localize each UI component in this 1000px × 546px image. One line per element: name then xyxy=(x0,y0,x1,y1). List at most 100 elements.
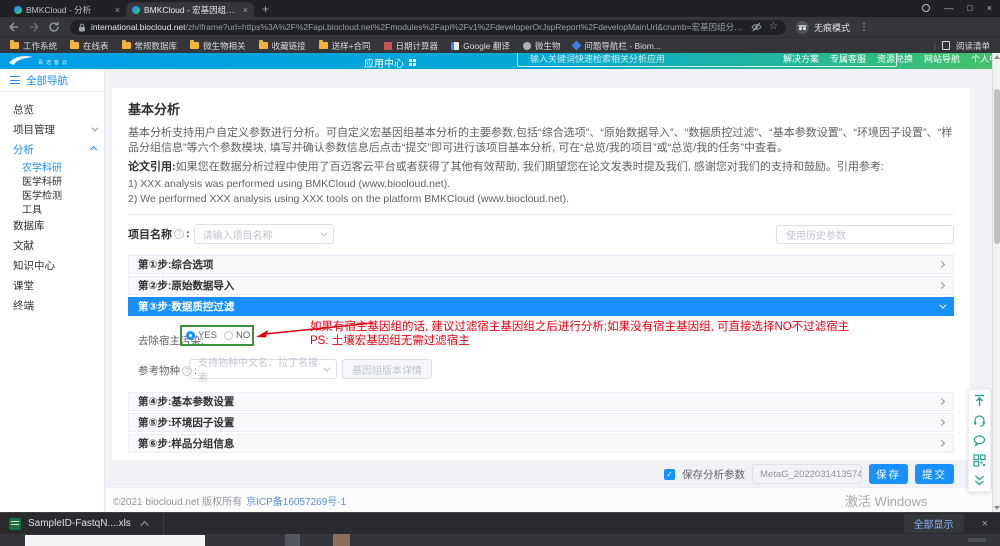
sidebar-item-database[interactable]: 数据库 xyxy=(0,215,104,235)
save-params-checkbox[interactable]: ✓ xyxy=(664,469,675,480)
bookmark-item[interactable]: 微生物相关 xyxy=(190,40,246,52)
refresh-icon[interactable] xyxy=(48,21,60,33)
nav-item[interactable]: 网站导航 xyxy=(924,53,960,65)
sidebar-item-med-research[interactable]: 医学科研 xyxy=(0,173,104,187)
hamburger-icon xyxy=(10,76,20,84)
step-5-header[interactable]: 第⑤步:环境因子设置 xyxy=(128,413,954,432)
site-search-placeholder: 输入关键词快速检索相关分析应用 xyxy=(530,53,665,65)
tab-close-icon[interactable]: × xyxy=(243,5,248,15)
back-to-top-icon[interactable] xyxy=(973,394,986,407)
bookmark-item[interactable]: 微生物 xyxy=(523,40,561,52)
icp-link[interactable]: 京ICP备16057269号-1 xyxy=(246,493,346,508)
genome-version-button[interactable]: 基因组版本详情 xyxy=(342,359,432,379)
submit-button[interactable]: 提交 xyxy=(915,464,954,484)
tab-metagenome-platform[interactable]: BMKCloud - 宏基因组分析平台 × xyxy=(126,2,254,17)
scroll-down-arrow[interactable] xyxy=(994,506,1000,510)
sidebar-item-project-mgmt[interactable]: 项目管理 xyxy=(0,119,104,139)
appcenter-nav[interactable]: 应用中心 xyxy=(364,55,416,69)
chat-icon[interactable] xyxy=(973,434,986,447)
reading-list-label: 阅读清单 xyxy=(956,40,990,52)
eye-off-icon[interactable] xyxy=(751,22,762,32)
radio-no[interactable] xyxy=(224,331,233,340)
bookmark-item[interactable]: 收藏链接 xyxy=(259,40,306,52)
project-name-row: 项目名称 ? : 请输入项目名称 使用历史参数 xyxy=(128,223,954,245)
radio-yes-label[interactable]: YES xyxy=(198,330,217,341)
chevron-right-icon xyxy=(938,261,945,268)
save-button[interactable]: 保存 xyxy=(869,464,908,484)
reading-list[interactable]: | 阅读清单 xyxy=(934,40,990,52)
bookmark-item[interactable]: Google 翻译 xyxy=(451,40,510,52)
step-2-header[interactable]: 第②步:原始数据导入 xyxy=(128,276,954,295)
nav-item[interactable]: 资源兑换 xyxy=(877,53,913,65)
folder-icon xyxy=(122,42,131,49)
nav-item[interactable]: 个人中心 xyxy=(971,53,992,65)
sidebar-item-tools[interactable]: 工具 xyxy=(0,201,104,215)
host-filter-radio-group: YES NO xyxy=(180,325,254,346)
customer-service-icon[interactable] xyxy=(973,414,986,427)
nav-item[interactable]: 解决方案 xyxy=(783,53,819,65)
chevron-down-icon xyxy=(324,364,331,371)
scrollbar-thumb[interactable] xyxy=(994,89,1000,244)
bookmark-item[interactable]: 日期计算器 xyxy=(384,40,439,52)
new-tab-button[interactable]: + xyxy=(262,2,269,17)
history-params-input[interactable]: 使用历史参数 xyxy=(776,225,954,244)
window-maximize-button[interactable]: □ xyxy=(967,3,972,13)
bookmark-item[interactable]: 送样+合同 xyxy=(319,40,371,52)
download-file-name[interactable]: SampleID-FastqN....xls xyxy=(28,518,131,529)
bookmark-label: 微生物 xyxy=(535,40,561,52)
step-1-header[interactable]: 第①步:综合选项 xyxy=(128,255,954,274)
window-close-button[interactable]: × xyxy=(987,3,992,13)
collapse-double-down-icon[interactable] xyxy=(973,474,986,487)
page-title: 基本分析 xyxy=(128,99,954,118)
bookmark-item[interactable]: 问题导航栏 - Biom... xyxy=(573,40,661,52)
tab-close-icon[interactable]: × xyxy=(115,5,120,15)
download-chevron-icon[interactable] xyxy=(140,521,148,529)
taskbar-app-icon[interactable] xyxy=(333,534,350,546)
address-bar[interactable]: international.biocloud.net /zh/iframe?ur… xyxy=(70,20,786,35)
bookmark-star-icon[interactable]: ☆ xyxy=(769,22,778,32)
sidebar-nav-all[interactable]: 全部导航 xyxy=(0,69,104,92)
taskbar-tray[interactable] xyxy=(968,538,986,542)
bookmark-item[interactable]: 在线表 xyxy=(70,40,109,52)
sidebar-item-overview[interactable]: 总览 xyxy=(0,99,104,119)
download-shelf: SampleID-FastqN....xls 全部显示 × xyxy=(0,512,1000,534)
qr-code-icon[interactable] xyxy=(973,454,986,467)
sidebar-item-literature[interactable]: 文献 xyxy=(0,235,104,255)
bookmark-label: 日期计算器 xyxy=(396,40,439,52)
radio-yes[interactable] xyxy=(186,331,195,340)
taskbar-app-icon[interactable] xyxy=(285,534,300,546)
sidebar-item-med-test[interactable]: 医学检测 xyxy=(0,187,104,201)
project-name-placeholder: 请输入项目名称 xyxy=(203,227,273,242)
help-icon[interactable]: ? xyxy=(174,229,184,239)
sidebar-item-agri-research[interactable]: 农学科研 xyxy=(0,159,104,173)
folder-icon xyxy=(319,42,328,49)
bookmark-item[interactable]: 常规数据库 xyxy=(122,40,178,52)
nav-item[interactable]: 专属客服 xyxy=(830,53,866,65)
sidebar-item-classroom[interactable]: 课堂 xyxy=(0,275,104,295)
forward-icon[interactable] xyxy=(28,21,40,33)
bookmark-item[interactable]: 工作系统 xyxy=(10,40,57,52)
show-all-downloads-button[interactable]: 全部显示 xyxy=(904,514,964,533)
sidebar-item-analysis[interactable]: 分析 xyxy=(0,139,104,159)
species-select[interactable]: 支持物种中文名、拉丁名搜索 xyxy=(189,359,337,379)
radio-no-label[interactable]: NO xyxy=(236,330,250,341)
copyright-text: ©2021 biocloud.net 版权所有 xyxy=(113,493,242,508)
browser-menu-icon[interactable]: ⋮ xyxy=(859,22,869,33)
step-4-header[interactable]: 第④步:基本参数设置 xyxy=(128,392,954,411)
param-name-input[interactable]: MetaG_20220314135740791 xyxy=(752,464,862,484)
brand-text: 百迈客云 xyxy=(38,59,70,66)
profile-icon[interactable] xyxy=(922,4,930,12)
back-icon[interactable] xyxy=(8,21,20,33)
close-shelf-icon[interactable]: × xyxy=(982,518,988,530)
step-6-header[interactable]: 第⑥步:样品分组信息 xyxy=(128,434,954,453)
scroll-up-arrow[interactable] xyxy=(994,55,1000,59)
page-scrollbar[interactable] xyxy=(992,53,1000,512)
tab-bmkcloud-analysis[interactable]: BMKCloud - 分析 × xyxy=(8,2,126,17)
reference-line: 2) We performed XXX analysis using XXX t… xyxy=(128,193,954,205)
step-3-header[interactable]: 第③步:数据质控过滤 xyxy=(128,297,954,316)
sidebar-item-terminal[interactable]: 终端 xyxy=(0,295,104,315)
project-name-select[interactable]: 请输入项目名称 xyxy=(194,224,334,244)
window-minimize-button[interactable]: — xyxy=(944,3,953,13)
taskbar-window-thumb[interactable] xyxy=(25,535,205,546)
sidebar-item-knowledge[interactable]: 知识中心 xyxy=(0,255,104,275)
